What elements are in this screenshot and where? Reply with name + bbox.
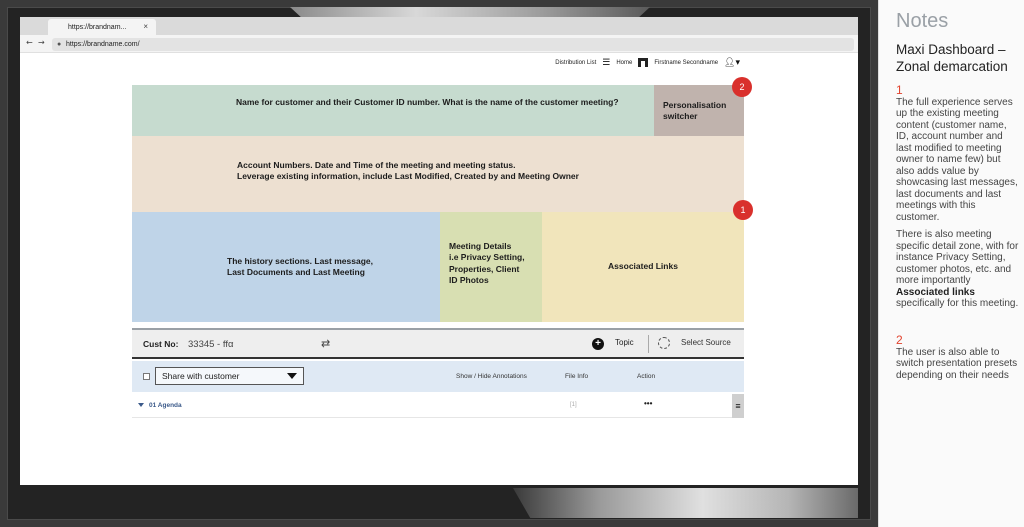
browser-tab[interactable]: https://brandnam... × bbox=[48, 19, 156, 35]
details-line-1: Meeting Details bbox=[449, 241, 512, 251]
note-paragraph-1: The full experience serves up the existi… bbox=[896, 96, 1018, 223]
topic-button[interactable]: Topic bbox=[615, 338, 634, 347]
url-input[interactable]: ● https://brandname.com/ bbox=[52, 38, 854, 51]
notes-title: Maxi Dashboard – Zonal demarcation bbox=[896, 42, 1008, 75]
note-number-1: 1 bbox=[896, 82, 903, 97]
user-icon[interactable]: 👤︎▾ bbox=[724, 57, 740, 68]
notes-heading: Notes bbox=[896, 10, 949, 32]
note-paragraph-2: There is also meeting specific detail zo… bbox=[896, 229, 1019, 310]
annotation-badge-1: 1 bbox=[733, 200, 753, 220]
drag-handle-icon[interactable]: ≡ bbox=[732, 394, 744, 418]
zone-customer-name: Name for customer and their Customer ID … bbox=[132, 85, 654, 136]
back-arrow-icon[interactable]: ← bbox=[26, 38, 33, 47]
zone-personalisation-switcher[interactable]: Personalisation switcher bbox=[654, 85, 744, 136]
share-select-value: Share with customer bbox=[162, 371, 240, 381]
zone-account-details: Account Numbers. Date and Time of the me… bbox=[132, 136, 744, 212]
account-line-2: Leverage existing information, include L… bbox=[237, 171, 579, 182]
table-row[interactable]: 01 Agenda [1] ••• ≡ bbox=[132, 394, 744, 418]
add-topic-icon[interactable]: + bbox=[592, 338, 604, 350]
zone-associated-links: Associated Links bbox=[542, 212, 744, 322]
column-action: Action bbox=[637, 373, 656, 380]
divider bbox=[648, 335, 649, 353]
cust-no-value[interactable]: 33345 - ffα bbox=[188, 339, 233, 350]
distribution-list-link[interactable]: Distribution List bbox=[555, 60, 596, 66]
associated-links-label: Associated Links bbox=[608, 261, 678, 272]
chevron-down-icon bbox=[287, 373, 297, 379]
select-source-button[interactable]: Select Source bbox=[681, 338, 731, 347]
note-number-2: 2 bbox=[896, 332, 903, 347]
select-all-checkbox[interactable] bbox=[143, 373, 150, 380]
home-icon[interactable] bbox=[638, 58, 649, 67]
show-hide-annotations-toggle[interactable]: Show / Hide Annotations bbox=[456, 373, 527, 380]
top-navigation: Distribution List ☰ Home Firstname Secon… bbox=[555, 57, 740, 68]
details-line-3: Properties, Client bbox=[449, 263, 520, 274]
browser-window: https://brandnam... × ← → ● https://bran… bbox=[20, 17, 858, 485]
history-line-1: The history sections. Last message, bbox=[227, 255, 373, 266]
list-icon[interactable]: ☰ bbox=[602, 57, 610, 68]
select-source-icon[interactable] bbox=[658, 337, 670, 349]
frame-top-bevel bbox=[290, 7, 650, 17]
frame-bottom-bevel bbox=[513, 488, 858, 518]
more-actions-icon[interactable]: ••• bbox=[644, 399, 652, 408]
row-file-info: [1] bbox=[570, 402, 577, 408]
customer-bar: Cust No: 33345 - ffα ⇄ + Topic Select So… bbox=[132, 328, 744, 359]
forward-arrow-icon[interactable]: → bbox=[38, 38, 45, 47]
home-link[interactable]: Home bbox=[616, 60, 632, 66]
note-paragraph-3: The user is also able to switch presenta… bbox=[896, 346, 1018, 381]
tab-title: https://brandnam... bbox=[68, 23, 127, 31]
user-name[interactable]: Firstname Secondname bbox=[654, 60, 718, 66]
column-file-info: File Info bbox=[565, 373, 589, 380]
close-icon[interactable]: × bbox=[143, 22, 148, 31]
zone-history: The history sections. Last message, Last… bbox=[132, 212, 440, 322]
lock-icon: ● bbox=[57, 41, 62, 48]
table-header: Share with customer Show / Hide Annotati… bbox=[132, 361, 744, 392]
tab-strip: https://brandnam... × bbox=[20, 17, 858, 35]
details-line-4: ID Photos bbox=[449, 275, 489, 286]
row-name[interactable]: 01 Agenda bbox=[149, 402, 182, 409]
url-text: https://brandname.com/ bbox=[66, 41, 140, 48]
share-select[interactable]: Share with customer bbox=[155, 367, 304, 385]
account-line-1: Account Numbers. Date and Time of the me… bbox=[237, 160, 516, 170]
cust-no-label: Cust No: bbox=[143, 339, 179, 349]
device-frame: https://brandnam... × ← → ● https://bran… bbox=[0, 0, 878, 527]
notes-panel: Notes Maxi Dashboard – Zonal demarcation… bbox=[878, 0, 1024, 527]
annotation-badge-2: 2 bbox=[732, 77, 752, 97]
address-bar: ← → ● https://brandname.com/ bbox=[20, 35, 858, 53]
history-line-2: Last Documents and Last Meeting bbox=[227, 267, 365, 277]
expand-arrow-icon[interactable] bbox=[138, 403, 144, 407]
details-line-2: i.e Privacy Setting, bbox=[449, 252, 525, 263]
zone-meeting-details: Meeting Details i.e Privacy Setting, Pro… bbox=[440, 212, 542, 322]
swap-icon[interactable]: ⇄ bbox=[321, 337, 330, 350]
